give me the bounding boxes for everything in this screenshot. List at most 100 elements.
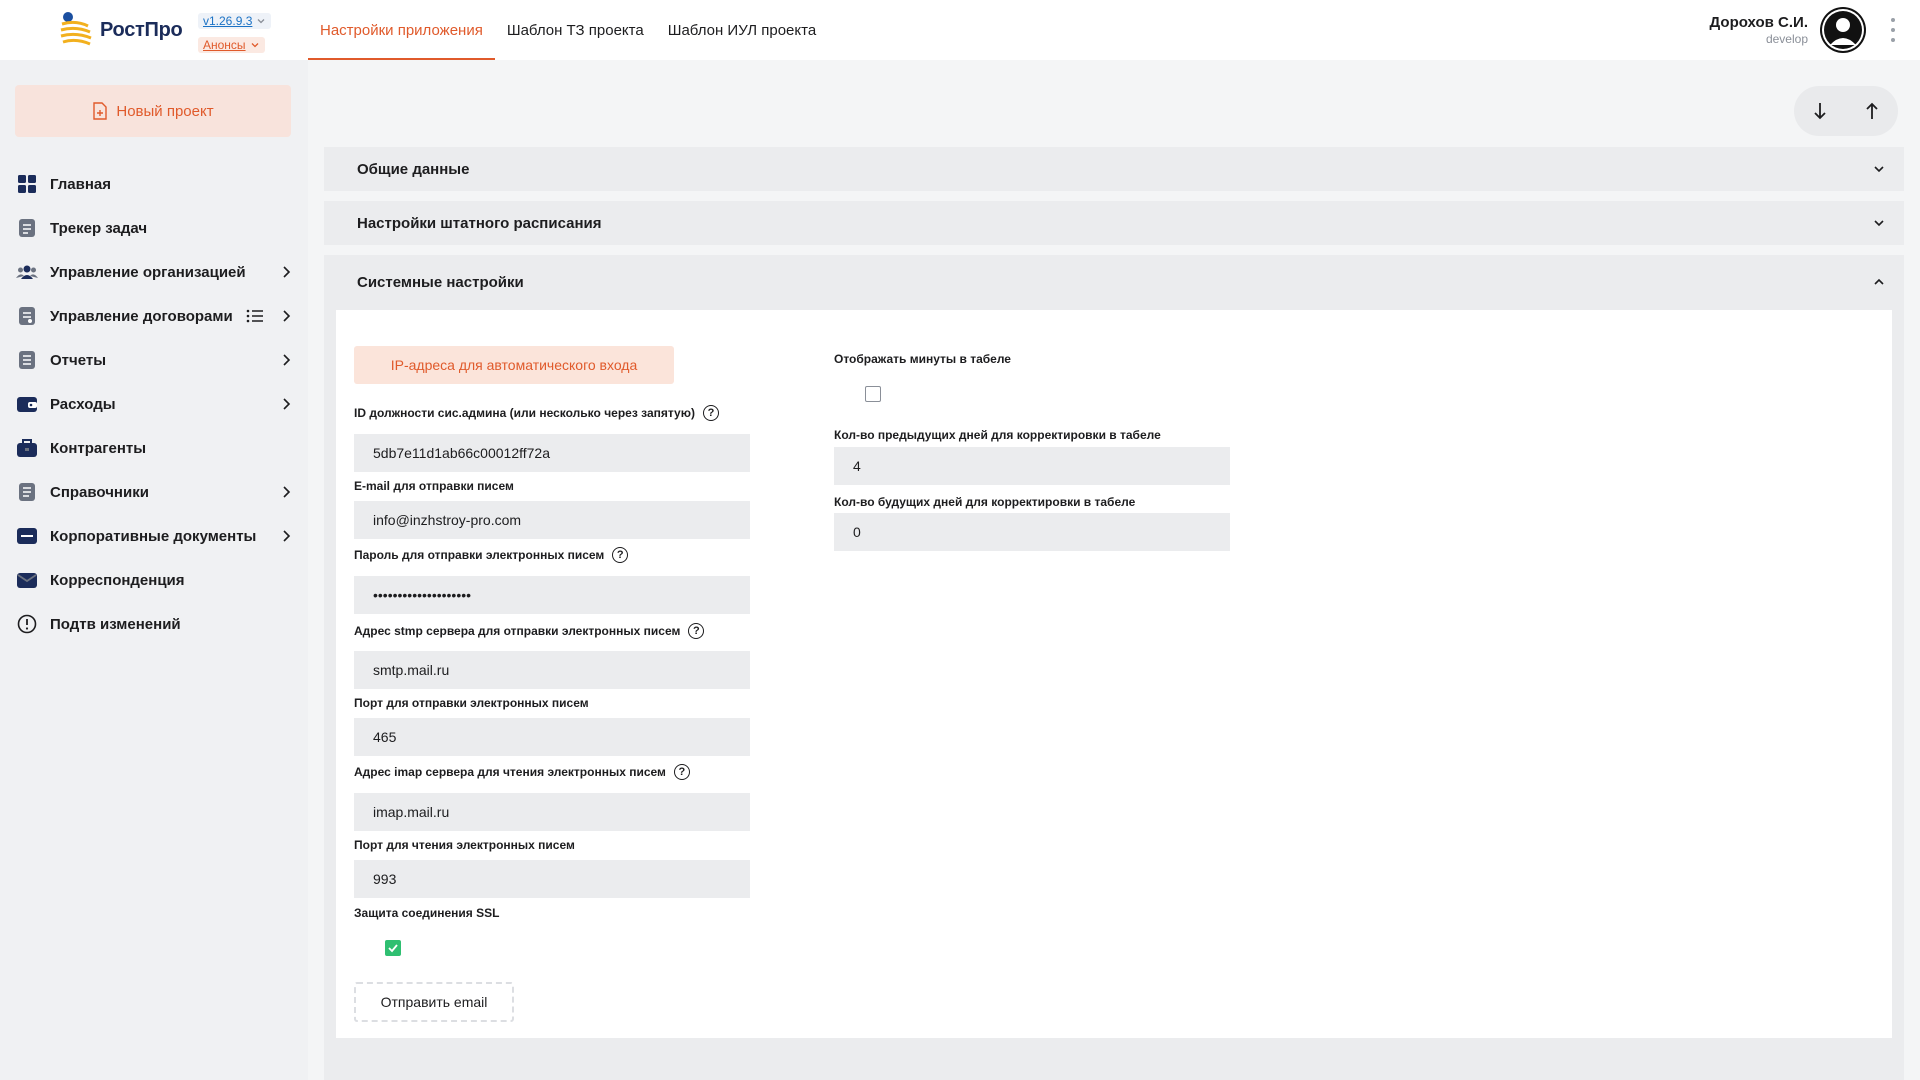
- help-icon[interactable]: ?: [612, 547, 629, 563]
- sidebar-item-task-tracker[interactable]: Трекер задач: [0, 206, 308, 250]
- sidebar-item-reports[interactable]: Отчеты: [0, 338, 308, 382]
- email-label: E-mail для отправки писем: [354, 479, 514, 493]
- password-input[interactable]: ••••••••••••••••••••: [354, 576, 750, 614]
- accordion-system-settings[interactable]: Системные настройки: [324, 255, 1904, 310]
- sidebar-item-label: Справочники: [50, 483, 149, 501]
- help-icon[interactable]: ?: [688, 623, 705, 639]
- accordion-staff-schedule[interactable]: Настройки штатного расписания: [324, 201, 1904, 245]
- chevron-right-icon: [283, 486, 291, 498]
- sidebar-nav: Главная Трекер задач Управление организа…: [0, 162, 308, 646]
- chevron-right-icon: [283, 354, 291, 366]
- accordion-title: Системные настройки: [357, 274, 524, 291]
- smtp-port-input[interactable]: 465: [354, 718, 750, 756]
- sidebar-item-label: Отчеты: [50, 351, 107, 369]
- help-icon[interactable]: ?: [673, 764, 690, 780]
- chevron-right-icon: [283, 398, 291, 410]
- chevron-down-icon: [257, 19, 265, 24]
- logo[interactable]: РостПро: [58, 10, 183, 50]
- smtp-input[interactable]: smtp.mail.ru: [354, 651, 750, 689]
- announcements-dropdown[interactable]: Анонсы: [198, 37, 265, 53]
- sidebar-item-label: Управление договорами: [50, 307, 233, 325]
- password-label: Пароль для отправки электронных писем ?: [354, 547, 629, 563]
- scroll-up-button[interactable]: [1857, 96, 1887, 126]
- chevron-up-icon: [1874, 278, 1884, 285]
- main-content: Общие данные Настройки штатного расписан…: [308, 60, 1920, 1080]
- report-icon: [16, 349, 38, 371]
- announcements-label: Анонсы: [203, 38, 246, 52]
- sidebar-item-label: Контрагенты: [50, 439, 147, 457]
- sidebar-item-label: Корпоративные документы: [50, 527, 257, 545]
- sidebar-item-home[interactable]: Главная: [0, 162, 308, 206]
- sidebar-item-label: Главная: [50, 175, 112, 193]
- contract-icon: [16, 305, 38, 327]
- version-dropdown[interactable]: v1.26.9.3: [198, 13, 272, 29]
- help-icon[interactable]: ?: [702, 405, 719, 421]
- system-settings-form: IP-адреса для автоматического входа ID д…: [336, 310, 1892, 1038]
- sidebar-item-change-confirm[interactable]: Подтв изменений: [0, 602, 308, 646]
- folder-icon: [16, 525, 38, 547]
- admin-id-label: ID должности сис.админа (или несколько ч…: [354, 405, 719, 421]
- prev-days-input[interactable]: 4: [834, 447, 1230, 485]
- minutes-label: Отображать минуты в табеле: [834, 352, 1011, 366]
- user-info[interactable]: Дорохов С.И. develop: [1710, 14, 1808, 46]
- admin-id-label-text: ID должности сис.админа (или несколько ч…: [354, 406, 695, 420]
- prev-days-label: Кол-во предыдущих дней для корректировки…: [834, 428, 1161, 442]
- ssl-checkbox[interactable]: [385, 940, 401, 956]
- arrow-down-icon: [1814, 103, 1826, 120]
- mail-icon: [16, 569, 38, 591]
- avatar[interactable]: [1820, 7, 1866, 53]
- email-input[interactable]: info@inzhstroy-pro.com: [354, 501, 750, 539]
- password-label-text: Пароль для отправки электронных писем: [354, 548, 605, 562]
- minutes-checkbox[interactable]: [865, 386, 881, 402]
- book-icon: [16, 481, 38, 503]
- imap-input[interactable]: imap.mail.ru: [354, 793, 750, 831]
- admin-id-input[interactable]: 5db7e11d1ab66c00012ff72a: [354, 434, 750, 472]
- new-project-label: Новый проект: [116, 102, 214, 120]
- smtp-port-label: Порт для отправки электронных писем: [354, 696, 589, 710]
- version-label: v1.26.9.3: [203, 14, 253, 28]
- grid-icon: [16, 173, 38, 195]
- ip-addresses-button[interactable]: IP-адреса для автоматического входа: [354, 346, 674, 384]
- imap-port-input[interactable]: 993: [354, 860, 750, 898]
- imap-port-label: Порт для чтения электронных писем: [354, 838, 575, 852]
- new-project-button[interactable]: Новый проект: [15, 85, 291, 137]
- list-icon[interactable]: [246, 307, 264, 325]
- more-menu-icon[interactable]: [1890, 18, 1896, 42]
- chevron-right-icon: [283, 266, 291, 278]
- alert-icon: [16, 613, 38, 635]
- next-days-input[interactable]: 0: [834, 513, 1230, 551]
- users-icon: [16, 261, 38, 283]
- send-email-button[interactable]: Отправить email: [354, 982, 514, 1022]
- chevron-down-icon: [251, 43, 259, 48]
- sidebar-item-correspondence[interactable]: Корреспонденция: [0, 558, 308, 602]
- sidebar-item-contracts[interactable]: Управление договорами: [0, 294, 308, 338]
- sidebar-item-counterparties[interactable]: Контрагенты: [0, 426, 308, 470]
- chevron-down-icon: [1874, 220, 1884, 227]
- imap-label: Адрес imap сервера для чтения электронны…: [354, 764, 690, 780]
- briefcase-icon: [16, 437, 38, 459]
- smtp-label: Адрес stmp сервера для отправки электрон…: [354, 623, 705, 639]
- app-header: РостПро v1.26.9.3 Анонсы Настройки прило…: [0, 0, 1920, 60]
- sidebar-item-label: Трекер задач: [50, 219, 148, 237]
- file-plus-icon: [93, 102, 108, 120]
- tab-tz-template[interactable]: Шаблон ТЗ проекта: [495, 0, 656, 60]
- chevron-down-icon: [1874, 166, 1884, 173]
- sidebar-item-expenses[interactable]: Расходы: [0, 382, 308, 426]
- tab-iul-template[interactable]: Шаблон ИУЛ проекта: [656, 0, 828, 60]
- scroll-down-button[interactable]: [1805, 96, 1835, 126]
- user-name: Дорохов С.И.: [1709, 14, 1808, 31]
- tab-app-settings[interactable]: Настройки приложения: [308, 0, 495, 60]
- sidebar: Новый проект Главная Трекер задач Управл…: [0, 60, 308, 1080]
- sidebar-item-directories[interactable]: Справочники: [0, 470, 308, 514]
- ssl-label: Защита соединения SSL: [354, 906, 500, 920]
- document-icon: [16, 217, 38, 239]
- smtp-label-text: Адрес stmp сервера для отправки электрон…: [354, 624, 681, 638]
- accordion-title: Общие данные: [357, 160, 470, 178]
- chevron-right-icon: [283, 310, 291, 322]
- sidebar-item-corporate-docs[interactable]: Корпоративные документы: [0, 514, 308, 558]
- accordion-general[interactable]: Общие данные: [324, 147, 1904, 191]
- sidebar-item-organization[interactable]: Управление организацией: [0, 250, 308, 294]
- arrow-up-icon: [1866, 102, 1878, 119]
- settings-tabs: Настройки приложения Шаблон ТЗ проекта Ш…: [308, 0, 828, 60]
- user-role: develop: [1765, 32, 1808, 46]
